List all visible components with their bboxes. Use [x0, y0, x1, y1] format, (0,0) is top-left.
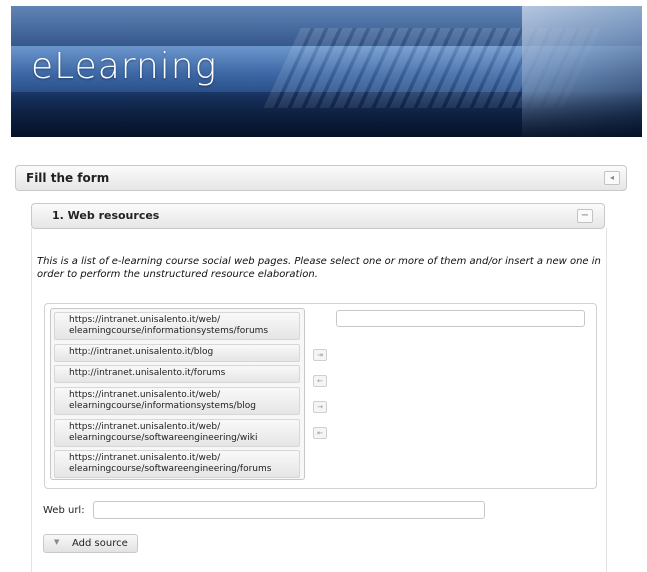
- section-title: 1. Web resources: [52, 209, 160, 222]
- chevron-down-icon: ▼: [54, 538, 60, 546]
- move-all-left-button[interactable]: ⇤: [313, 427, 327, 439]
- elearning-banner: eLearning: [11, 6, 642, 137]
- list-item[interactable]: https://intranet.unisalento.it/web/ elea…: [54, 419, 300, 447]
- add-source-button[interactable]: ▼ Add source: [43, 534, 138, 553]
- resource-listbox[interactable]: https://intranet.unisalento.it/web/ elea…: [50, 308, 305, 480]
- collapse-icon[interactable]: ◂: [604, 171, 620, 185]
- list-item[interactable]: http://intranet.unisalento.it/forums: [54, 365, 300, 383]
- web-resources-section-header[interactable]: 1. Web resources −: [31, 203, 605, 229]
- add-source-label: Add source: [72, 538, 128, 549]
- web-url-label: Web url:: [43, 505, 85, 516]
- list-item[interactable]: https://intranet.unisalento.it/web/ elea…: [54, 387, 300, 415]
- section-description: This is a list of e-learning course soci…: [37, 256, 601, 280]
- list-item[interactable]: https://intranet.unisalento.it/web/ elea…: [54, 312, 300, 340]
- minimize-icon[interactable]: −: [577, 209, 593, 223]
- move-right-button[interactable]: →: [313, 401, 327, 413]
- form-title: Fill the form: [26, 171, 110, 185]
- fill-form-panel-header[interactable]: Fill the form ◂: [15, 165, 627, 191]
- list-item[interactable]: http://intranet.unisalento.it/blog: [54, 344, 300, 362]
- move-all-right-button[interactable]: ⇥: [313, 349, 327, 361]
- list-item[interactable]: https://intranet.unisalento.it/web/ elea…: [54, 450, 300, 478]
- elearning-logo: eLearning: [31, 46, 218, 87]
- banner-shade: [11, 93, 642, 137]
- web-url-input[interactable]: [93, 501, 485, 519]
- selected-resources-field[interactable]: [336, 310, 585, 327]
- move-left-button[interactable]: ←: [313, 375, 327, 387]
